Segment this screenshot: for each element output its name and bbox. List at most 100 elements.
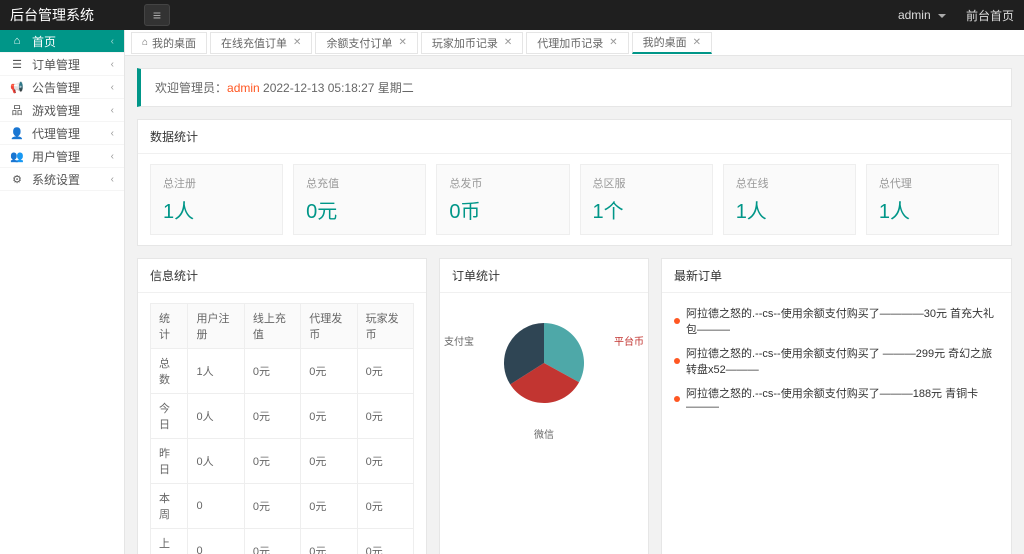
table-cell: 0人 — [188, 394, 244, 439]
table-cell: 0元 — [301, 529, 357, 554]
order-item: 阿拉德之怒的.--cs--使用余额支付购买了———188元 青铜卡——— — [674, 381, 999, 417]
stat-value: 0币 — [449, 195, 556, 224]
table-header: 用户注册 — [188, 304, 244, 349]
sidebar-icon: 👤 — [10, 127, 24, 140]
table-cell: 0元 — [244, 484, 300, 529]
sidebar-item-0[interactable]: ⌂首页‹ — [0, 30, 124, 53]
table-cell: 上周 — [151, 529, 188, 554]
close-icon[interactable]: ✕ — [504, 37, 512, 48]
pie-label-platform: 平台币 — [614, 333, 644, 348]
stat-label: 总区服 — [593, 175, 700, 191]
stat-card-5: 总代理1人 — [866, 164, 999, 235]
tab-label: 我的桌面 — [643, 34, 687, 50]
sidebar-icon: ⌂ — [10, 35, 24, 47]
stat-card-4: 总在线1人 — [723, 164, 856, 235]
table-row: 上周00元0元0元 — [151, 529, 414, 554]
stat-label: 总注册 — [163, 175, 270, 191]
tab-1[interactable]: 在线充值订单 ✕ — [210, 32, 312, 54]
order-text: 阿拉德之怒的.--cs--使用余额支付购买了 ———299元 奇幻之旅转盘x52… — [686, 345, 999, 377]
order-text: 阿拉德之怒的.--cs--使用余额支付购买了———188元 青铜卡——— — [686, 385, 999, 413]
sidebar-item-3[interactable]: 品游戏管理‹ — [0, 99, 124, 122]
order-stat-panel: 订单统计 支付宝 平台币 微信 — [439, 258, 649, 554]
sidebar-label: 用户管理 — [32, 148, 111, 165]
chevron-left-icon: ‹ — [111, 82, 114, 93]
table-cell: 昨日 — [151, 439, 188, 484]
sidebar-item-6[interactable]: ⚙系统设置‹ — [0, 168, 124, 191]
chevron-left-icon: ‹ — [111, 36, 114, 47]
stat-label: 总在线 — [736, 175, 843, 191]
sidebar-item-4[interactable]: 👤代理管理‹ — [0, 122, 124, 145]
table-cell: 0 — [188, 484, 244, 529]
sidebar-label: 游戏管理 — [32, 102, 111, 119]
close-icon[interactable]: ✕ — [693, 37, 701, 48]
user-menu[interactable]: admin — [898, 8, 946, 22]
table-cell: 0元 — [301, 439, 357, 484]
table-header: 玩家发币 — [357, 304, 413, 349]
tab-2[interactable]: 余额支付订单 ✕ — [315, 32, 417, 54]
stat-value: 1人 — [163, 195, 270, 224]
sidebar-label: 订单管理 — [32, 56, 111, 73]
bullet-icon — [674, 396, 680, 402]
table-cell: 0元 — [357, 439, 413, 484]
chevron-down-icon — [938, 14, 946, 18]
table-cell: 0 — [188, 529, 244, 554]
info-table: 统计用户注册线上充值代理发币玩家发币 总数1人0元0元0元今日0人0元0元0元昨… — [150, 303, 414, 554]
table-cell: 0人 — [188, 439, 244, 484]
table-cell: 今日 — [151, 394, 188, 439]
table-cell: 0元 — [244, 394, 300, 439]
stat-card-2: 总发币0币 — [436, 164, 569, 235]
stat-card-3: 总区服1个 — [580, 164, 713, 235]
sidebar-item-2[interactable]: 📢公告管理‹ — [0, 76, 124, 99]
sidebar-item-5[interactable]: 👥用户管理‹ — [0, 145, 124, 168]
welcome-banner: 欢迎管理员：admin 2022-12-13 05:18:27 星期二 — [137, 68, 1012, 107]
chevron-left-icon: ‹ — [111, 128, 114, 139]
tab-label: 余额支付订单 — [326, 35, 392, 51]
welcome-datetime: 2022-12-13 05:18:27 星期二 — [260, 81, 414, 95]
table-header: 统计 — [151, 304, 188, 349]
welcome-prefix: 欢迎管理员： — [155, 81, 227, 95]
tab-label: 在线充值订单 — [221, 35, 287, 51]
pie-label-alipay: 支付宝 — [444, 333, 474, 348]
user-name: admin — [898, 8, 931, 22]
table-cell: 总数 — [151, 349, 188, 394]
chevron-left-icon: ‹ — [111, 105, 114, 116]
table-cell: 0元 — [357, 394, 413, 439]
order-stat-title: 订单统计 — [440, 259, 648, 293]
front-site-link[interactable]: 前台首页 — [966, 7, 1014, 24]
sidebar-icon: 📢 — [10, 81, 24, 94]
close-icon[interactable]: ✕ — [293, 37, 301, 48]
table-header: 线上充值 — [244, 304, 300, 349]
table-cell: 0元 — [244, 439, 300, 484]
table-row: 总数1人0元0元0元 — [151, 349, 414, 394]
chevron-left-icon: ‹ — [111, 151, 114, 162]
table-cell: 0元 — [301, 349, 357, 394]
sidebar-icon: ☰ — [10, 58, 24, 71]
table-cell: 0元 — [244, 349, 300, 394]
table-cell: 0元 — [357, 529, 413, 554]
table-row: 本周00元0元0元 — [151, 484, 414, 529]
tab-5[interactable]: 我的桌面 ✕ — [632, 32, 712, 54]
table-cell: 0元 — [357, 349, 413, 394]
tab-3[interactable]: 玩家加币记录 ✕ — [421, 32, 523, 54]
close-icon[interactable]: ✕ — [398, 37, 406, 48]
stats-panel-title: 数据统计 — [138, 120, 1011, 154]
top-header: 后台管理系统 ≡ admin 前台首页 — [0, 0, 1024, 30]
sidebar-icon: ⚙ — [10, 173, 24, 186]
tab-0[interactable]: ⌂我的桌面 — [131, 32, 207, 54]
stat-value: 1人 — [879, 195, 986, 224]
app-title: 后台管理系统 — [10, 5, 94, 25]
stat-label: 总充值 — [306, 175, 413, 191]
pie-label-wechat: 微信 — [534, 426, 554, 441]
tab-4[interactable]: 代理加币记录✕ — [526, 32, 628, 54]
table-row: 今日0人0元0元0元 — [151, 394, 414, 439]
tab-label: 玩家加币记录 — [432, 35, 498, 51]
sidebar-item-1[interactable]: ☰订单管理‹ — [0, 53, 124, 76]
stats-panel: 数据统计 总注册1人总充值0元总发币0币总区服1个总在线1人总代理1人 — [137, 119, 1012, 246]
sidebar-icon: 品 — [10, 102, 24, 118]
order-text: 阿拉德之怒的.--cs--使用余额支付购买了————30元 首充大礼包——— — [686, 305, 999, 337]
home-icon: ⌂ — [142, 37, 148, 48]
stat-card-1: 总充值0元 — [293, 164, 426, 235]
close-icon[interactable]: ✕ — [609, 37, 617, 48]
bullet-icon — [674, 318, 680, 324]
sidebar-toggle-button[interactable]: ≡ — [144, 4, 170, 26]
